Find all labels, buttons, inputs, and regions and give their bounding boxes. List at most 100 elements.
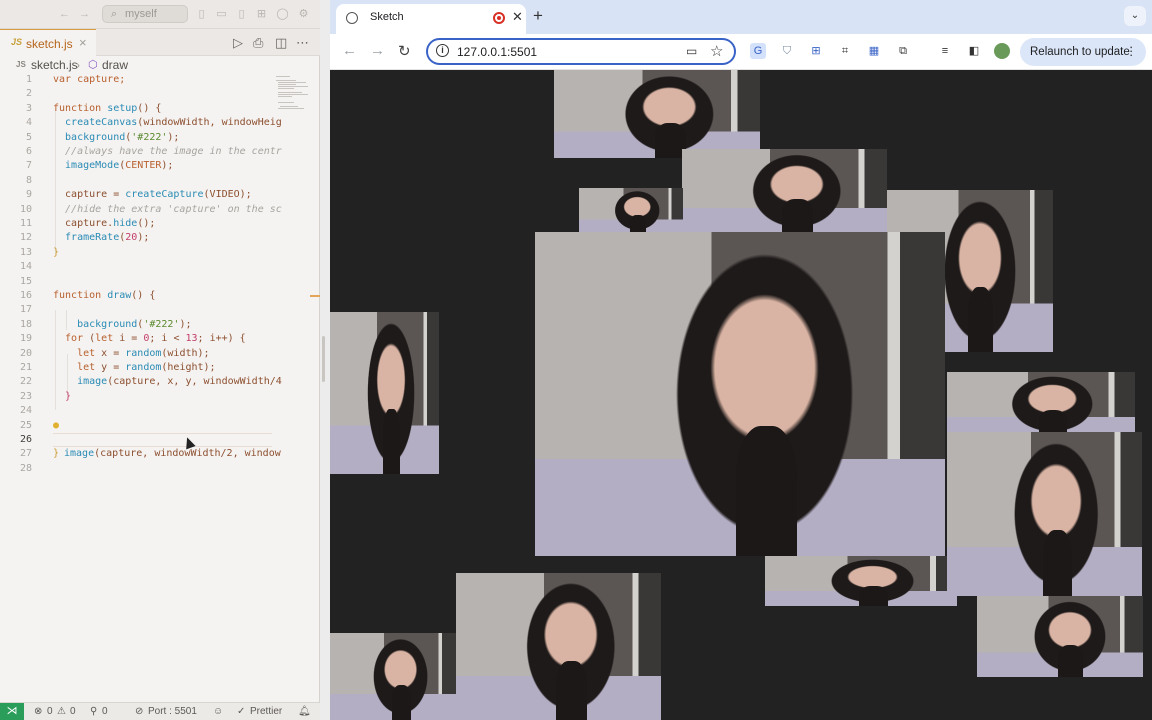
chart-extension-icon[interactable]: ▦	[866, 43, 882, 59]
profile-avatar[interactable]	[994, 43, 1010, 59]
status-bar: ⋊ ⊗ 0 ⚠ 0 ⚲ 0 ⊘ Port : 5501 ☺ ✓ Prettier…	[0, 702, 320, 720]
shield-extension-icon[interactable]: ⛉	[779, 43, 795, 59]
javascript-file-icon: JS	[11, 37, 23, 47]
editor-tab-bar: JS sketch.js × ▷ ⎙ ◫ ⋯	[0, 29, 320, 56]
javascript-file-icon: JS	[16, 60, 26, 69]
bookmark-star-icon[interactable]: ☆	[710, 42, 723, 60]
extensions-puzzle-icon[interactable]: ⧉	[895, 43, 911, 59]
code-text: (height);	[161, 362, 216, 373]
more-actions-icon[interactable]: ⋯	[296, 35, 309, 51]
code-keyword: let	[53, 362, 96, 373]
ports-icon[interactable]: ⚲	[90, 706, 97, 717]
settings-gear-icon[interactable]: ⚙	[297, 8, 310, 21]
tab-search-chevron-icon[interactable]: ⌄	[1124, 6, 1146, 26]
reading-list-icon[interactable]: ≡	[937, 43, 953, 59]
webcam-frame	[330, 633, 456, 720]
port-label[interactable]: Port : 5501	[148, 706, 197, 717]
code-string: '#222'	[131, 131, 168, 143]
run-icon[interactable]: ▷	[233, 35, 243, 51]
translate-extension-icon[interactable]: G	[750, 43, 766, 59]
side-panel-icon[interactable]: ◧	[966, 43, 982, 59]
webcam-frame	[554, 70, 760, 158]
lightbulb-icon[interactable]: ●	[53, 419, 59, 433]
code-text: y =	[95, 362, 126, 373]
accounts-icon[interactable]: ◯	[276, 8, 289, 21]
screen: ← → ⌕ myself ▯ ▭ ▯ ⊞ ◯ ⚙ JS sketch.js × …	[0, 0, 1152, 720]
customize-layout-icon[interactable]: ⊞	[255, 8, 268, 21]
browser-tab-title: Sketch	[370, 11, 404, 23]
line-number: 14	[19, 261, 32, 273]
errors-count[interactable]: 0	[47, 706, 53, 717]
more-menu-icon[interactable]: ⋮	[1126, 38, 1138, 66]
site-info-icon[interactable]: i	[436, 44, 449, 57]
code-area[interactable]: 1 2 3 4 5 6 7 8 9 10 11 12 13 14 15 16 17 18 19 20 21 22 23 24 2…	[0, 73, 320, 673]
line-number: 15	[19, 275, 32, 287]
recording-indicator-icon	[493, 12, 505, 24]
code-brace: }	[53, 390, 72, 402]
warnings-count[interactable]: 0	[70, 706, 76, 717]
sketch-canvas[interactable]	[330, 70, 1152, 720]
code-call: imageMode	[53, 160, 120, 172]
code-constant: CENTER	[125, 160, 162, 172]
code-keyword: for	[53, 333, 84, 345]
code-text: (capture, x, y, windowWidth/4	[107, 376, 282, 388]
webcam-frame	[977, 596, 1143, 677]
relaunch-label: Relaunch to update	[1030, 46, 1130, 58]
ports-count[interactable]: 0	[102, 706, 108, 717]
new-tab-plus-icon[interactable]: +	[533, 6, 543, 26]
code-keyword: function	[53, 102, 102, 114]
code-keyword: let	[53, 347, 96, 359]
symbol-function-icon: ⬡	[88, 59, 98, 71]
camera-in-use-icon[interactable]: ▭	[686, 44, 697, 58]
code-call: image	[53, 376, 108, 388]
code-call: background	[53, 318, 138, 330]
crop-extension-icon[interactable]: ⌗	[837, 43, 853, 59]
minimap[interactable]	[276, 74, 312, 114]
notifications-bell-icon[interactable]: 🔔︎	[298, 706, 311, 717]
tab-sketch-js[interactable]: JS sketch.js ×	[0, 29, 96, 56]
webcam-frame	[947, 432, 1142, 596]
breadcrumb-file[interactable]: sketch.js	[31, 58, 78, 72]
broadcast-icon: ⊘	[135, 706, 144, 717]
webcam-frame	[330, 312, 439, 474]
errors-icon[interactable]: ⊗	[34, 706, 42, 717]
reload-icon[interactable]: ↻	[398, 42, 411, 60]
code-text: );	[161, 160, 174, 172]
webcam-frame	[456, 573, 661, 720]
split-editor-icon[interactable]: ◫	[275, 35, 287, 51]
print-icon[interactable]: ⎙	[253, 35, 263, 51]
toggle-sidebar-icon[interactable]: ▯	[195, 8, 208, 21]
warning-icon[interactable]: ⚠	[57, 706, 66, 717]
command-center-search[interactable]: ⌕ myself	[102, 5, 188, 23]
code-text: x =	[95, 347, 126, 359]
code-comment: //hide the extra 'capture' on the sc	[53, 203, 282, 215]
code-call: background	[53, 131, 126, 143]
close-tab-icon[interactable]: ✕	[512, 9, 523, 25]
double-check-icon: ✓	[237, 706, 246, 717]
browser-tab-sketch[interactable]: Sketch ✕	[336, 4, 526, 34]
code-text: (VIDEO);	[203, 189, 252, 201]
forward-arrow-icon[interactable]: →	[370, 42, 385, 59]
close-tab-icon[interactable]: ×	[79, 35, 87, 50]
browser-toolbar: ← → ↻ i 127.0.0.1:5501 ▭ ☆ G ⛉ ⊞ ⌗ ▦ ⧉ ≡…	[330, 34, 1152, 70]
breadcrumb-symbol[interactable]: draw	[102, 58, 128, 72]
back-arrow-icon[interactable]: ←	[58, 8, 71, 21]
remote-indicator-icon[interactable]: ⋊	[0, 703, 24, 720]
toggle-secondary-sidebar-icon[interactable]: ▯	[235, 8, 248, 21]
editor-scrollbar[interactable]	[322, 336, 325, 382]
code-text: ; i++) {	[197, 333, 246, 345]
back-arrow-icon[interactable]: ←	[342, 42, 357, 59]
code-text: var capture;	[53, 74, 126, 85]
grid-extension-icon[interactable]: ⊞	[808, 43, 824, 59]
address-bar[interactable]: i 127.0.0.1:5501 ▭ ☆	[426, 38, 736, 65]
prettier-label[interactable]: Prettier	[250, 706, 282, 717]
code-editor-window: ← → ⌕ myself ▯ ▭ ▯ ⊞ ◯ ⚙ JS sketch.js × …	[0, 0, 325, 720]
code-text: (windowWidth, windowHeig	[137, 117, 282, 129]
copilot-icon[interactable]: ☺	[213, 706, 223, 717]
chevron-right-icon: ›	[76, 58, 80, 72]
webcam-frame-center	[535, 232, 945, 556]
relaunch-to-update-button[interactable]: Relaunch to update ⋮	[1020, 38, 1146, 66]
url-text[interactable]: 127.0.0.1:5501	[457, 45, 537, 59]
forward-arrow-icon[interactable]: →	[78, 8, 91, 21]
toggle-panel-icon[interactable]: ▭	[215, 8, 228, 21]
